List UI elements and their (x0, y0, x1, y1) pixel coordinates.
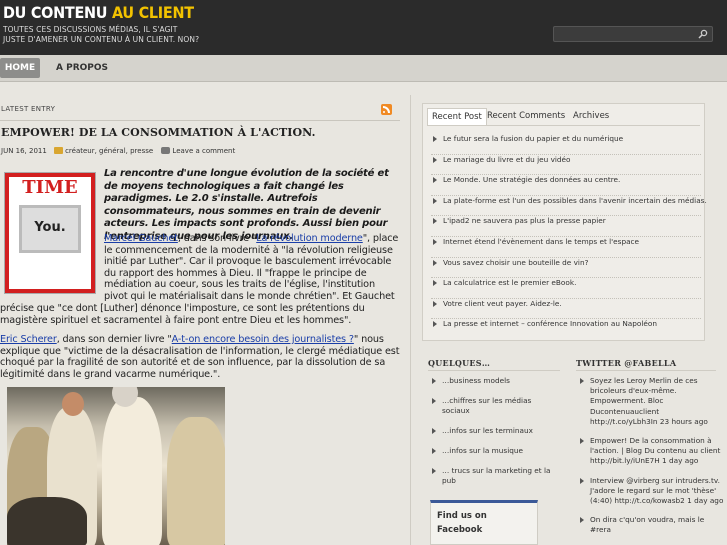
paragraph-scherer: Eric Scherer, dans son dernier livre "A-… (0, 334, 400, 380)
quelques-heading: QUELQUES… (428, 358, 491, 368)
category-item[interactable]: …infos sur la musique (428, 446, 560, 456)
tweet-item[interactable]: Interview @virberg sur intruders.tv. J'a… (576, 476, 724, 507)
paragraph-gauchet: Marcel Gauchet, dans son livre "La révol… (104, 233, 399, 302)
post-meta: JUN 16, 2011 créateur, général, presse L… (1, 147, 237, 155)
link-marcel-gauchet[interactable]: Marcel Gauchet (104, 233, 178, 244)
list-item[interactable]: Le futur sera la fusion du papier et du … (431, 134, 701, 155)
cover-screen: You. (19, 205, 81, 253)
twitter-heading: TWITTER @FABELLA (576, 358, 677, 368)
list-item[interactable]: Internet étend l'évènement dans le temps… (431, 237, 701, 258)
search-icon[interactable] (698, 29, 708, 39)
post-date: JUN 16, 2011 (1, 147, 47, 155)
category-list: …business models …chiffres sur les média… (428, 376, 560, 496)
tab-archives[interactable]: Archives (573, 108, 609, 125)
facebook-title: Find us on Facebook (437, 511, 487, 535)
comment-icon (161, 147, 171, 154)
logo-tagline-1: TOUTES CES DISCUSSIONS MÉDIAS, IL S'AGIT (3, 25, 178, 34)
divider (576, 370, 716, 371)
link-journalistes-book[interactable]: A-t-on encore besoin des journalistes ? (172, 334, 354, 345)
rss-icon[interactable] (381, 104, 392, 115)
main-content: LATEST ENTRY EMPOWER! DE LA CONSOMMATION… (0, 82, 410, 545)
category-item[interactable]: …infos sur les terminaux (428, 426, 560, 436)
latest-entry-label: LATEST ENTRY (1, 105, 56, 113)
logo-title: DU CONTENU AU CLIENT (3, 3, 194, 22)
main-nav: HOME A PROPOS (0, 55, 727, 82)
list-item[interactable]: Votre client veut payer. Aidez-le. (431, 299, 701, 320)
search-box (553, 26, 713, 46)
clergy-photo (7, 387, 225, 545)
tabs-widget: Recent Post Recent Comments Archives Le … (422, 103, 707, 341)
tab-recent-comments[interactable]: Recent Comments (487, 108, 565, 125)
tweet-item[interactable]: On dira c'qu'on voudra, mais le #rera (576, 515, 724, 535)
list-item[interactable]: La plate-forme est l'un des possibles da… (431, 196, 707, 217)
nav-home[interactable]: HOME (0, 58, 40, 78)
sidebar: Recent Post Recent Comments Archives Le … (420, 100, 727, 545)
list-item[interactable]: Le mariage du livre et du jeu vidéo (431, 155, 701, 176)
facebook-box[interactable]: Find us on Facebook (430, 500, 538, 545)
cover-word: You. (34, 220, 66, 235)
nav-a-propos[interactable]: A PROPOS (56, 58, 108, 78)
tab-recent-post[interactable]: Recent Post (427, 108, 487, 125)
paragraph-gauchet-cont: précise que "ce dont [Luther] dénonce l'… (0, 303, 365, 326)
site-header: DU CONTENU AU CLIENT TOUTES CES DISCUSSI… (0, 0, 727, 55)
tweet-item[interactable]: Soyez les Leroy Merlin de ces bricoleurs… (576, 376, 724, 427)
tweet-item[interactable]: Empower! De la consommation à l'action. … (576, 436, 724, 467)
list-item[interactable]: Vous savez choisir une bouteille de vin? (431, 258, 701, 279)
tweet-list: Soyez les Leroy Merlin de ces bricoleurs… (576, 376, 724, 545)
post-title[interactable]: EMPOWER! DE LA CONSOMMATION À L'ACTION. (1, 126, 316, 139)
link-eric-scherer[interactable]: Eric Scherer (0, 334, 57, 345)
category-item[interactable]: …business models (428, 376, 560, 386)
link-revolution-moderne[interactable]: La révolution moderne (256, 233, 363, 244)
divider (427, 125, 700, 126)
post-lead: La rencontre d'une longue évolution de l… (104, 168, 389, 242)
logo-tagline-2: JUSTE D'AMENER UN CONTENU À UN CLIENT. N… (3, 35, 200, 44)
category-item[interactable]: … trucs sur la marketing et la pub (428, 466, 560, 486)
list-item[interactable]: Le Monde. Une stratégie des données au c… (431, 175, 701, 196)
divider (428, 370, 560, 371)
category-item[interactable]: …chiffres sur les médias sociaux (428, 396, 560, 416)
recent-post-list: Le futur sera la fusion du papier et du … (431, 134, 707, 340)
folder-icon (54, 147, 64, 154)
leave-comment-link[interactable]: Leave a comment (172, 147, 235, 155)
post-categories[interactable]: créateur, général, presse (65, 147, 153, 155)
site-logo[interactable]: DU CONTENU AU CLIENT TOUTES CES DISCUSSI… (3, 4, 215, 45)
divider (0, 120, 400, 121)
list-item[interactable]: La calculatrice est le premier eBook. (431, 278, 701, 299)
list-item[interactable]: L'ipad2 ne sauvera pas plus la presse pa… (431, 216, 701, 237)
time-magazine-cover-image: TIME You. (4, 172, 96, 294)
list-item[interactable]: La presse et internet – conférence Innov… (431, 319, 701, 340)
cover-title: TIME (22, 177, 78, 198)
search-input[interactable] (554, 32, 694, 46)
sidebar-divider (410, 95, 411, 545)
